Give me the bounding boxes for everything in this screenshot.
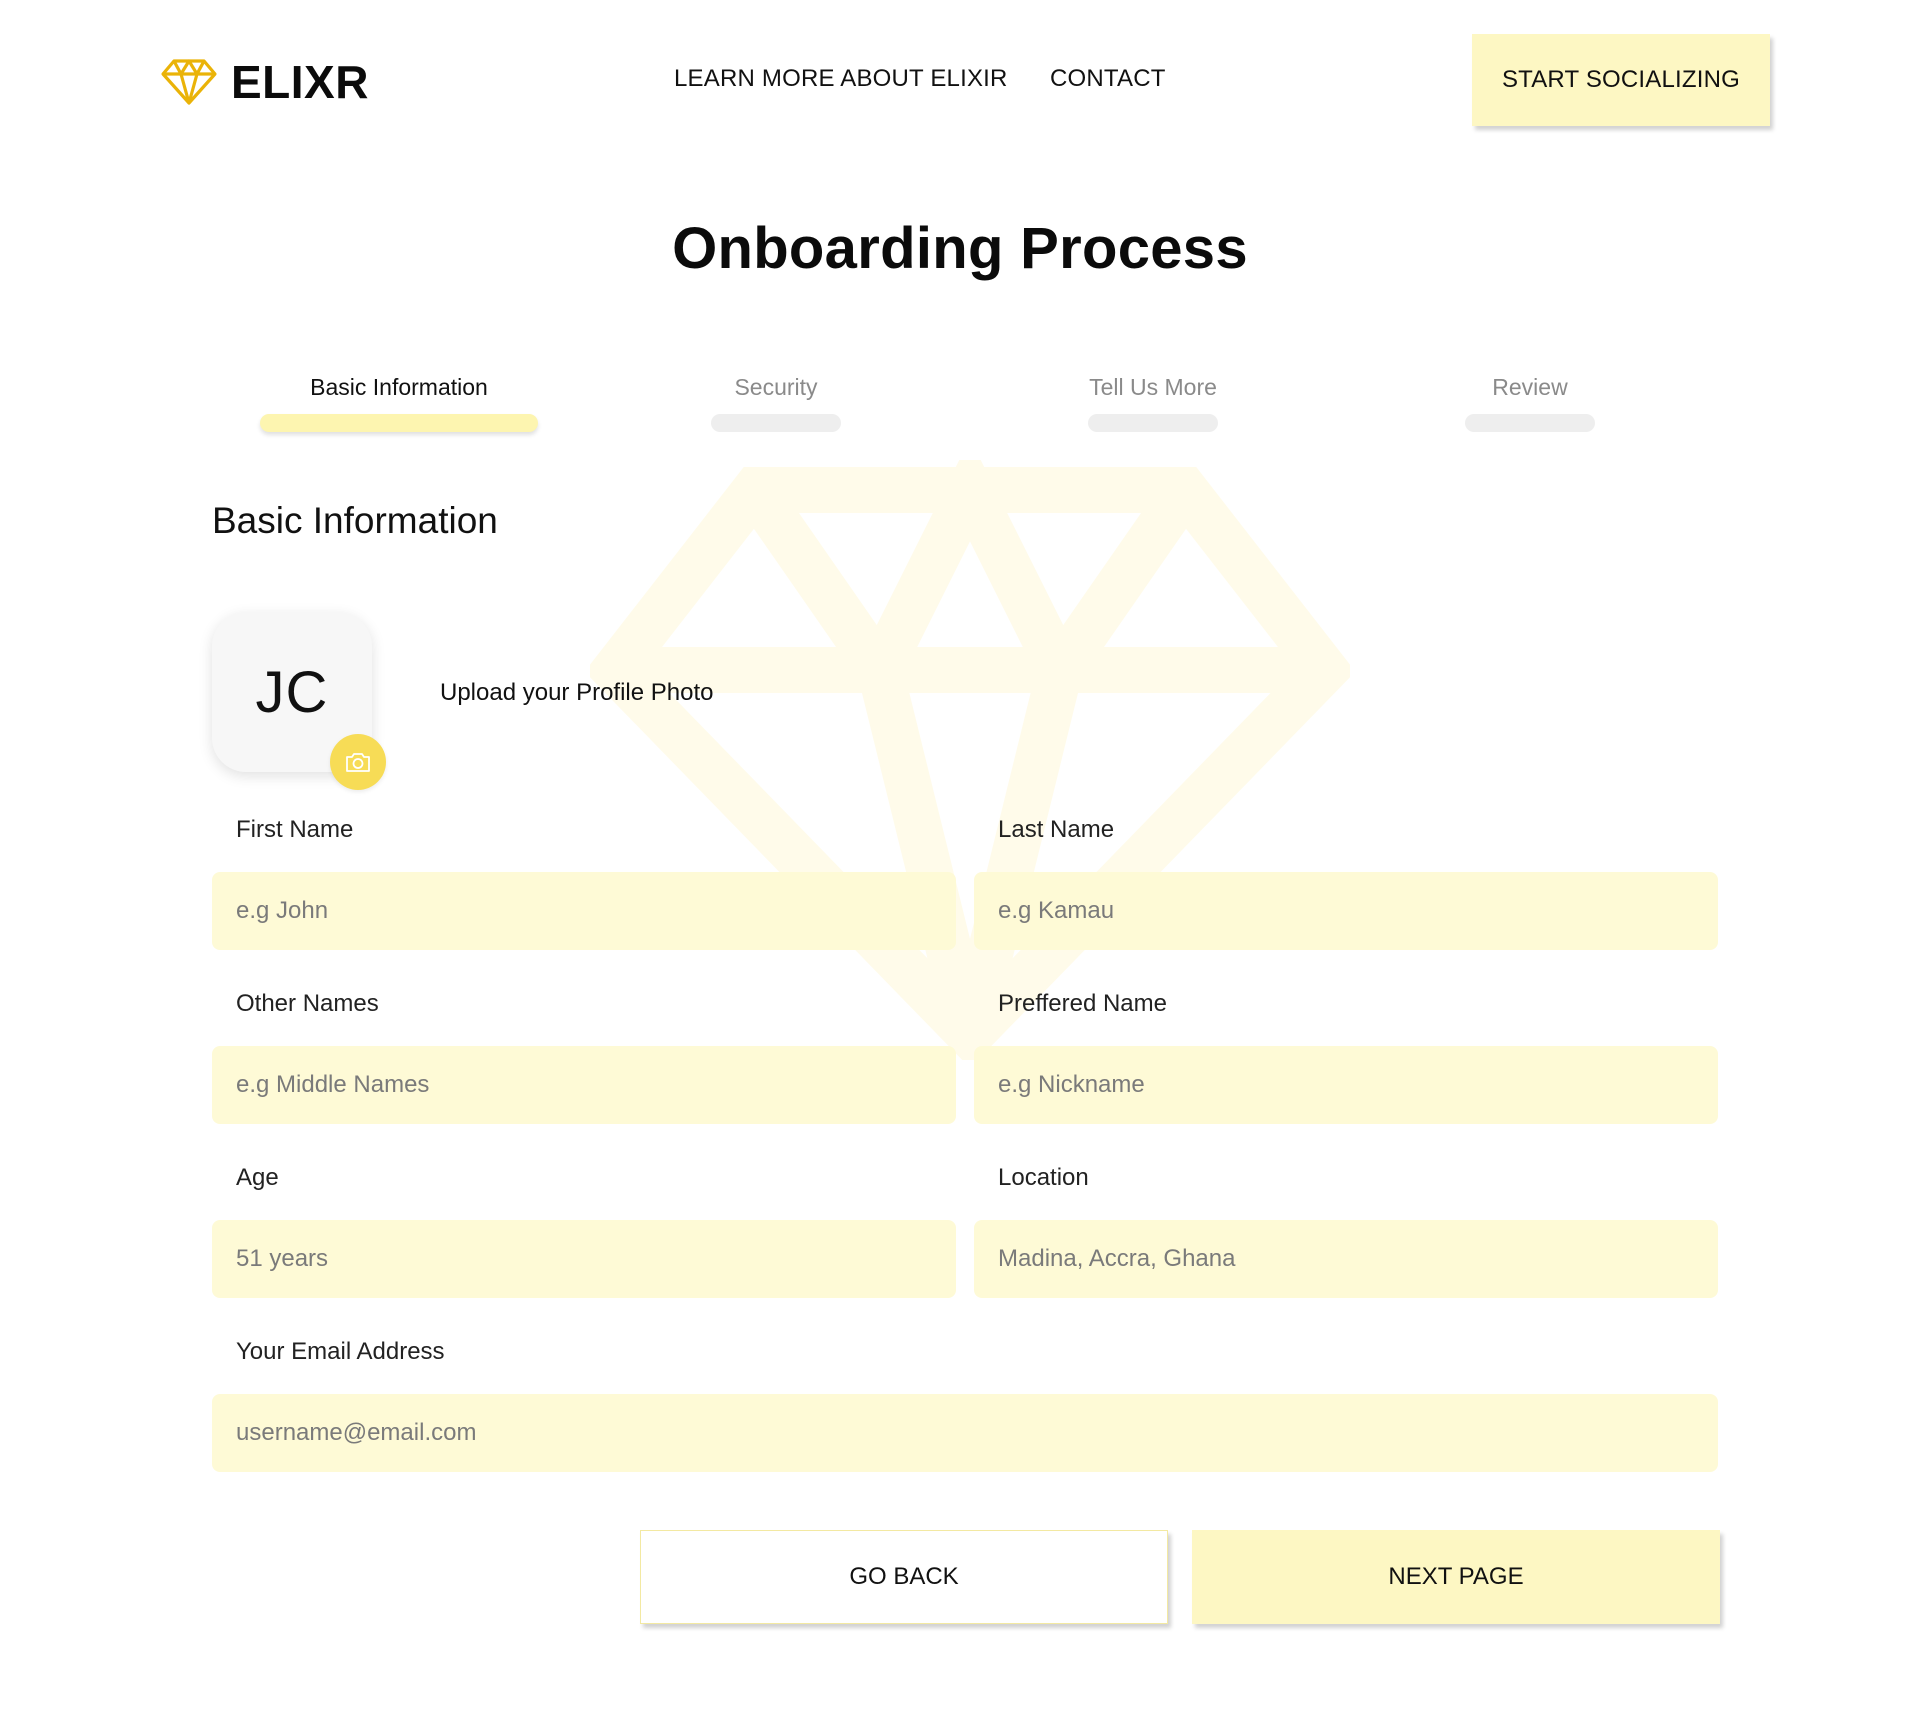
page-title: Onboarding Process: [672, 216, 1248, 281]
location-field[interactable]: [974, 1220, 1718, 1298]
nav-contact-link[interactable]: CONTACT: [1050, 64, 1166, 94]
diamond-icon: [161, 59, 217, 105]
tab-basic-information[interactable]: Basic Information: [260, 372, 538, 432]
nav-learn-more-link[interactable]: LEARN MORE ABOUT ELIXIR: [674, 64, 1008, 94]
diamond-watermark-icon: [590, 460, 1350, 1060]
step-label: Security: [734, 374, 818, 400]
step-label: Review: [1492, 374, 1568, 400]
start-socializing-button[interactable]: START SOCIALIZING: [1472, 34, 1770, 126]
upload-photo-label[interactable]: Upload your Profile Photo: [440, 678, 714, 708]
email-label: Your Email Address: [236, 1338, 445, 1365]
location-label: Location: [998, 1164, 1089, 1191]
age-label: Age: [236, 1164, 279, 1191]
last-name-field[interactable]: [974, 872, 1718, 950]
last-name-label: Last Name: [998, 816, 1115, 843]
step-indicator-bar: [711, 414, 841, 432]
age-field[interactable]: [212, 1220, 956, 1298]
tab-review[interactable]: Review: [1465, 372, 1595, 432]
section-title: Basic Information: [212, 500, 498, 541]
preferred-name-field[interactable]: [974, 1046, 1718, 1124]
other-names-label: Other Names: [236, 990, 379, 1017]
camera-icon: [346, 753, 370, 772]
brand-name: ELIXR: [231, 56, 369, 108]
onboarding-page: ELIXR LEARN MORE ABOUT ELIXIR CONTACT ST…: [0, 0, 1920, 1728]
step-indicator-bar: [1465, 414, 1595, 432]
go-back-button[interactable]: GO BACK: [640, 1530, 1168, 1624]
step-label: Basic Information: [310, 374, 488, 400]
tab-security[interactable]: Security: [711, 372, 841, 432]
brand-logo[interactable]: ELIXR: [160, 54, 369, 110]
step-label: Tell Us More: [1089, 374, 1217, 400]
preferred-name-label: Preffered Name: [998, 990, 1167, 1017]
next-page-button[interactable]: NEXT PAGE: [1192, 1530, 1720, 1624]
first-name-field[interactable]: [212, 872, 956, 950]
site-header: ELIXR LEARN MORE ABOUT ELIXIR CONTACT ST…: [0, 0, 1920, 160]
upload-photo-button[interactable]: [330, 734, 386, 790]
tab-tell-us-more[interactable]: Tell Us More: [1088, 372, 1218, 432]
email-field[interactable]: [212, 1394, 1718, 1472]
first-name-label: First Name: [236, 816, 354, 843]
step-indicator-bar: [260, 414, 538, 432]
step-indicator-bar: [1088, 414, 1218, 432]
other-names-field[interactable]: [212, 1046, 956, 1124]
avatar-initials: JC: [255, 659, 329, 725]
